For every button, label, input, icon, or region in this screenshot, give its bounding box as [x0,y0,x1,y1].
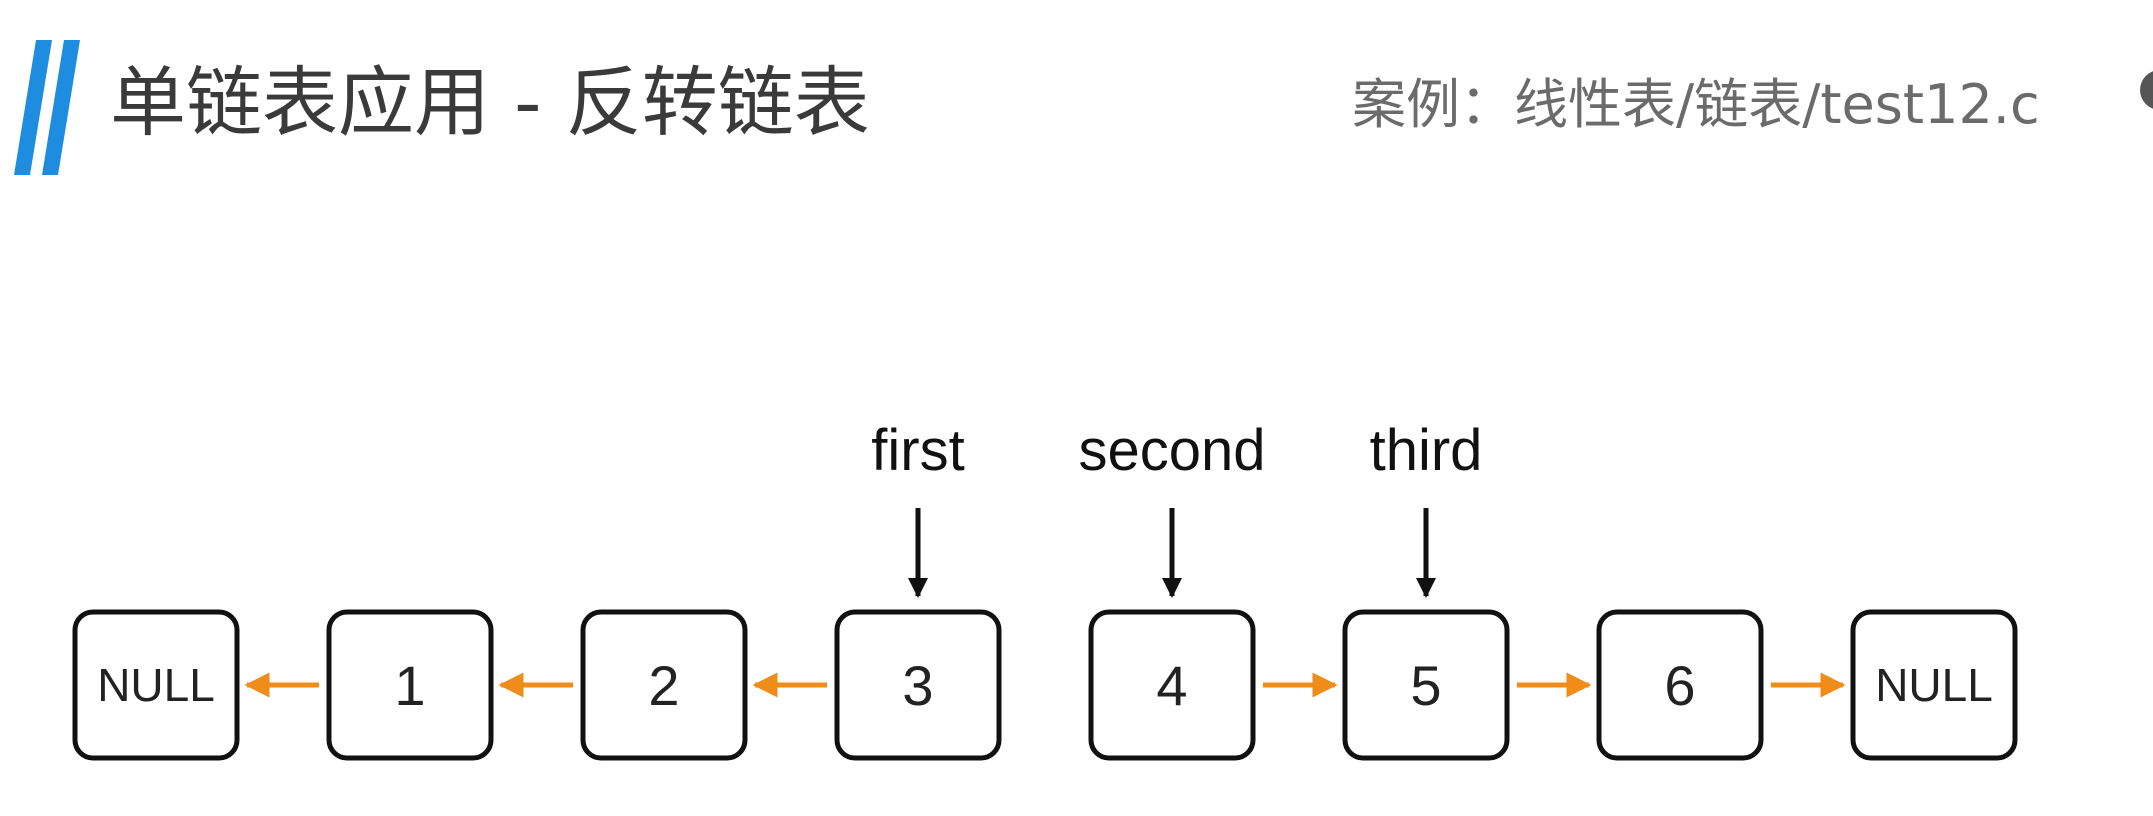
list-node: 1 [326,609,494,761]
pointer-label: third [1370,418,1483,483]
pointer-first: first [871,418,965,598]
pointers-layer: first second third [871,418,1483,598]
pointer-second: second [1078,418,1266,598]
pointer-third: third [1370,418,1483,598]
node-label: 2 [648,654,679,717]
node-label: 1 [394,654,425,717]
pointer-label: first [871,418,964,483]
slide: 单链表应用 - 反转链表 案例：线性表/链表/test12.c NULL 1 2 3 4… [0,0,2153,816]
list-node: 6 [1596,609,1764,761]
node-label: NULL [97,659,215,711]
node-label: 3 [902,654,933,717]
node-label: NULL [1875,659,1993,711]
list-node: 3 [834,609,1002,761]
list-node: 2 [580,609,748,761]
node-label: 5 [1410,654,1441,717]
list-node: NULL [1850,609,2018,761]
node-label: 6 [1664,654,1695,717]
linked-list-diagram: NULL 1 2 3 4 5 6 NULL first second third [72,418,2018,761]
list-node: 5 [1342,609,1510,761]
nodes-layer: NULL 1 2 3 4 5 6 NULL [72,609,2018,761]
list-node: NULL [72,609,240,761]
pointer-label: second [1078,418,1265,483]
list-node: 4 [1088,609,1256,761]
node-label: 4 [1156,654,1187,717]
